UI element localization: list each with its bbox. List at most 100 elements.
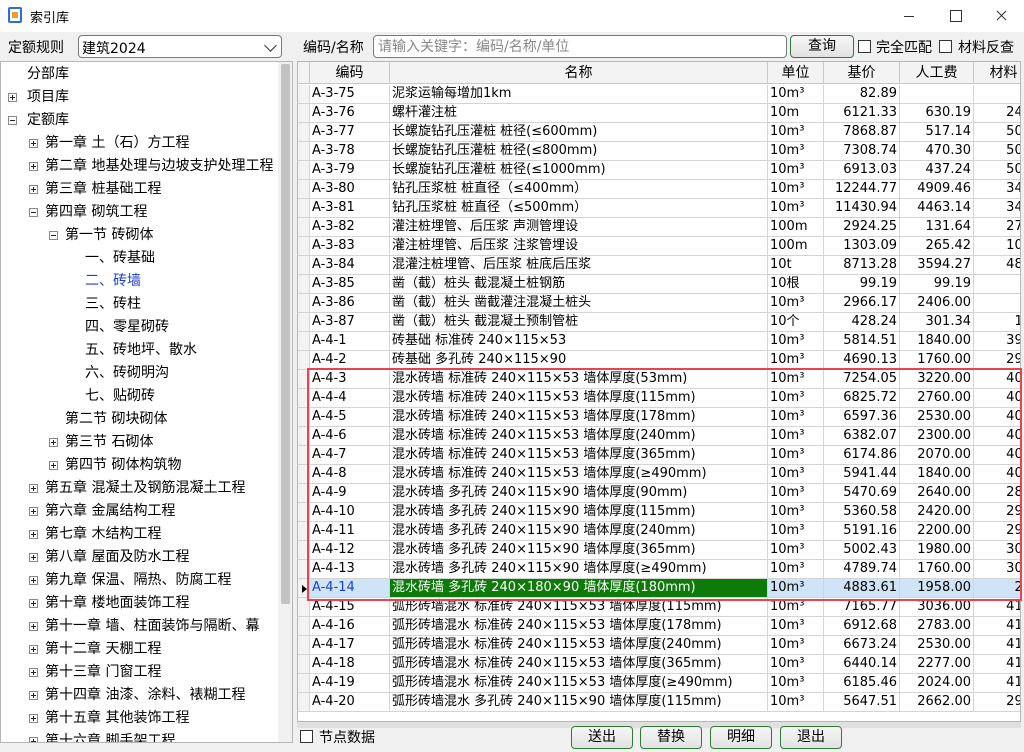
table-row[interactable]: A-4-15 弧形砖墙混水 标准砖 240×115×53 墙体厚度(115mm) 1…	[298, 598, 1020, 617]
cell-price[interactable]: 5191.16	[824, 522, 900, 541]
tree-item[interactable]: 七、贴砌砖	[85, 385, 155, 407]
cell-mat[interactable]: 29	[974, 579, 1020, 598]
cell-price[interactable]: 6597.36	[824, 408, 900, 427]
tree-item[interactable]: 第二节 砌块砌体	[65, 408, 167, 430]
cell-unit[interactable]: 10m³	[768, 693, 824, 712]
expand-icon[interactable]	[29, 645, 38, 654]
cell-name[interactable]: 混水砖墙 标准砖 240×115×53 墙体厚度(240mm)	[390, 427, 768, 446]
cell-unit[interactable]: 10m³	[768, 484, 824, 503]
cell-labor[interactable]: 1840.00	[900, 465, 974, 484]
cell-unit[interactable]: 10m³	[768, 674, 824, 693]
cell-mat[interactable]: 301	[974, 560, 1020, 579]
cell-labor[interactable]: 470.30	[900, 142, 974, 161]
table-row[interactable]: A-4-9 混水砖墙 多孔砖 240×115×90 墙体厚度(90mm) 10m³ 5…	[298, 484, 1020, 503]
cell-code[interactable]: A-3-86	[310, 294, 390, 313]
cell-name[interactable]: 混水砖墙 多孔砖 240×115×90 墙体厚度(240mm)	[390, 522, 768, 541]
cell-code[interactable]: A-4-3	[310, 370, 390, 389]
cell-labor[interactable]: 1840.00	[900, 332, 974, 351]
cell-labor[interactable]: 2200.00	[900, 522, 974, 541]
cell-labor[interactable]: 2024.00	[900, 674, 974, 693]
cell-name[interactable]: 泥浆运输每增加1km	[390, 85, 768, 104]
cell-name[interactable]: 混水砖墙 标准砖 240×115×53 墙体厚度(365mm)	[390, 446, 768, 465]
cell-name[interactable]: 螺杆灌注桩	[390, 104, 768, 123]
table-row[interactable]: A-4-17 弧形砖墙混水 标准砖 240×115×53 墙体厚度(240mm) 1…	[298, 636, 1020, 655]
cell-unit[interactable]: 10t	[768, 256, 824, 275]
cell-price[interactable]: 6121.33	[824, 104, 900, 123]
cell-unit[interactable]: 10m³	[768, 161, 824, 180]
tree-item[interactable]: 第一节 砖砌体	[65, 224, 153, 246]
cell-code[interactable]: A-4-19	[310, 674, 390, 693]
cell-price[interactable]: 12244.77	[824, 180, 900, 199]
cell-price[interactable]: 82.89	[824, 85, 900, 104]
cell-labor[interactable]: 437.24	[900, 161, 974, 180]
cell-labor[interactable]: 630.19	[900, 104, 974, 123]
cell-labor[interactable]: 2070.00	[900, 446, 974, 465]
expand-icon[interactable]	[29, 484, 38, 493]
column-header-labor[interactable]: 人工费	[900, 62, 974, 84]
cell-mat[interactable]: 348	[974, 180, 1020, 199]
table-row[interactable]: A-4-11 混水砖墙 多孔砖 240×115×90 墙体厚度(240mm) 10m…	[298, 522, 1020, 541]
cell-code[interactable]: A-4-17	[310, 636, 390, 655]
cell-mat[interactable]: 297	[974, 522, 1020, 541]
cell-price[interactable]: 1303.09	[824, 237, 900, 256]
tree-item[interactable]: 第九章 保温、隔热、防腐工程	[45, 569, 231, 591]
cell-price[interactable]: 6825.72	[824, 389, 900, 408]
tree-item[interactable]: 第二章 地基处理与边坡支护处理工程	[45, 155, 273, 177]
collapse-icon[interactable]	[29, 208, 38, 217]
table-row[interactable]: A-4-2 砖基础 多孔砖 240×115×90 10m³ 4690.13 1760.0…	[298, 351, 1020, 370]
cell-code[interactable]: A-3-78	[310, 142, 390, 161]
search-input[interactable]	[373, 35, 787, 58]
tree-item[interactable]: 第四章 砌筑工程	[45, 201, 147, 223]
cell-mat[interactable]: 414	[974, 674, 1020, 693]
cell-price[interactable]: 7165.77	[824, 598, 900, 617]
cell-price[interactable]: 6185.46	[824, 674, 900, 693]
table-row[interactable]: A-4-13 混水砖墙 多孔砖 240×115×90 墙体厚度(≥490mm) 10…	[298, 560, 1020, 579]
tree-item[interactable]: 第十二章 天棚工程	[45, 638, 161, 660]
table-row[interactable]: A-4-7 混水砖墙 标准砖 240×115×53 墙体厚度(365mm) 10m³…	[298, 446, 1020, 465]
cell-code[interactable]: A-3-77	[310, 123, 390, 142]
cell-code[interactable]: A-4-4	[310, 389, 390, 408]
cell-mat[interactable]: 411	[974, 598, 1020, 617]
collapse-icon[interactable]	[49, 231, 58, 240]
cell-name[interactable]: 弧形砖墙混水 标准砖 240×115×53 墙体厚度(115mm)	[390, 598, 768, 617]
tree-item[interactable]: 第五章 混凝土及钢筋混凝土工程	[45, 477, 245, 499]
exit-button[interactable]: 退出	[780, 726, 842, 749]
tree-item[interactable]: 第三章 桩基础工程	[45, 178, 161, 200]
cell-mat[interactable]: 502	[974, 123, 1020, 142]
cell-code[interactable]: A-3-82	[310, 218, 390, 237]
cell-price[interactable]: 5814.51	[824, 332, 900, 351]
cell-price[interactable]: 7254.05	[824, 370, 900, 389]
tree-item[interactable]: 第十章 楼地面装饰工程	[45, 592, 189, 614]
cell-unit[interactable]: 10m³	[768, 351, 824, 370]
cell-labor[interactable]: 4463.14	[900, 199, 974, 218]
expand-icon[interactable]	[29, 576, 38, 585]
cell-code[interactable]: A-3-84	[310, 256, 390, 275]
cell-labor[interactable]: 1958.00	[900, 579, 974, 598]
cell-mat[interactable]: 406	[974, 427, 1020, 446]
cell-price[interactable]: 4789.74	[824, 560, 900, 579]
cell-code[interactable]: A-4-12	[310, 541, 390, 560]
query-button[interactable]: 查询	[790, 35, 854, 58]
tree-item[interactable]: 项目库	[27, 86, 69, 108]
cell-unit[interactable]: 10m³	[768, 446, 824, 465]
cell-code[interactable]: A-4-16	[310, 617, 390, 636]
tree-item[interactable]: 第十四章 油漆、涂料、裱糊工程	[45, 684, 245, 706]
cell-name[interactable]: 砖基础 多孔砖 240×115×90	[390, 351, 768, 370]
cell-labor[interactable]: 3036.00	[900, 598, 974, 617]
cell-unit[interactable]: 10m³	[768, 465, 824, 484]
cell-code[interactable]: A-3-75	[310, 85, 390, 104]
cell-unit[interactable]: 10m³	[768, 389, 824, 408]
rule-select[interactable]: 建筑2024	[78, 35, 282, 58]
column-header-unit[interactable]: 单位	[768, 62, 824, 84]
cell-price[interactable]: 5647.51	[824, 693, 900, 712]
cell-name[interactable]: 混水砖墙 多孔砖 240×115×90 墙体厚度(≥490mm)	[390, 560, 768, 579]
cell-unit[interactable]: 10m³	[768, 655, 824, 674]
cell-unit[interactable]: 10m³	[768, 294, 824, 313]
cell-mat[interactable]: 405	[974, 408, 1020, 427]
cell-code[interactable]: A-4-8	[310, 465, 390, 484]
cell-mat[interactable]: 396	[974, 332, 1020, 351]
cell-name[interactable]: 钻孔压浆桩 桩直径（≤500mm）	[390, 199, 768, 218]
cell-name[interactable]: 灌注桩埋管、后压浆 注浆管埋设	[390, 237, 768, 256]
node-data-checkbox[interactable]	[300, 730, 313, 743]
cell-price[interactable]: 2924.25	[824, 218, 900, 237]
